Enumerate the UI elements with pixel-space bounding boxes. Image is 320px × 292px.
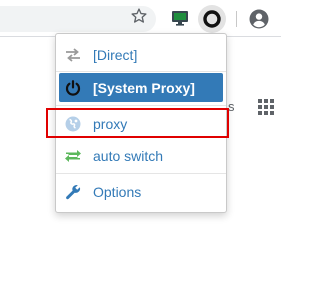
menu-item-label: Options [93,183,142,200]
auto-switch-icon [65,149,81,162]
menu-item-auto-switch[interactable]: auto switch [59,141,223,170]
menu-divider [56,71,226,72]
menu-item-label: [Direct] [93,46,138,63]
menu-item-options[interactable]: Options [59,177,223,206]
browser-toolbar [0,0,281,37]
menu-item-direct[interactable]: [Direct] [59,40,223,69]
monitor-extension-icon[interactable] [171,9,189,27]
apps-grid-icon[interactable] [257,98,275,116]
menu-item-system-proxy[interactable]: [System Proxy] [59,73,223,102]
wrench-icon [66,184,81,199]
toolbar-separator [236,11,237,27]
highlight-annotation [46,108,229,138]
menu-item-label: [System Proxy] [93,79,195,96]
power-icon [65,79,81,96]
proxy-extension-icon[interactable] [203,10,221,28]
profile-avatar-icon[interactable] [249,9,269,29]
direct-arrows-icon [66,47,80,62]
bookmark-star-icon[interactable] [130,7,148,25]
menu-divider [56,173,226,174]
menu-item-label: auto switch [93,147,164,164]
menu-divider [56,105,226,106]
